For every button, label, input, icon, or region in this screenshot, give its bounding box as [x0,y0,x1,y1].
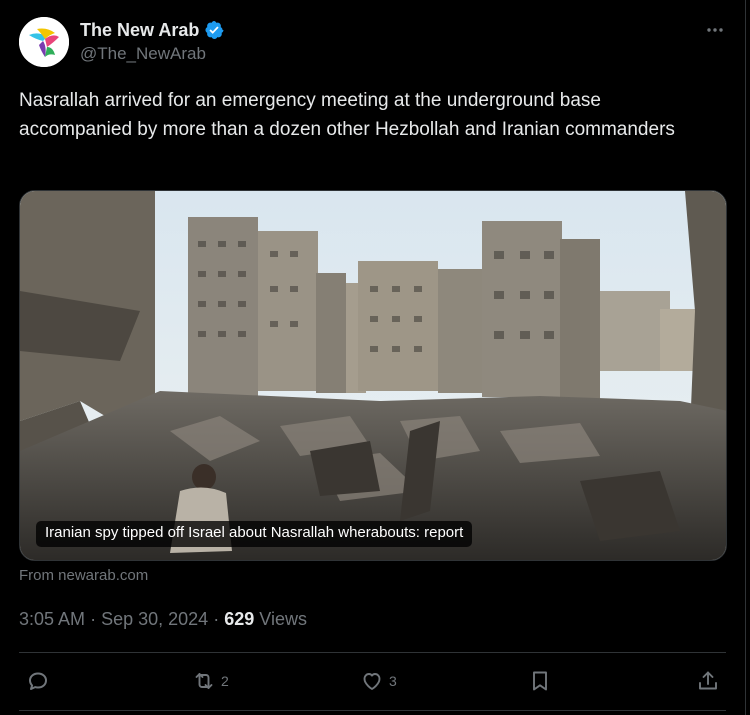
link-card[interactable]: Iranian spy tipped off Israel about Nasr… [19,190,727,561]
meta-separator: · [213,609,220,629]
post-date[interactable]: Sep 30, 2024 [101,609,208,629]
column-border [745,0,746,715]
post-container: The New Arab @The_NewArab Nasrallah arri… [0,0,750,715]
meta-separator: · [90,609,97,629]
reply-icon [29,672,47,690]
divider [19,652,726,653]
card-source[interactable]: From newarab.com [19,566,148,586]
repost-button[interactable]: 2 [192,668,229,694]
bird-logo-icon [19,17,69,67]
card-image [20,191,726,560]
post-text: Nasrallah arrived for an emergency meeti… [19,90,675,140]
heart-icon [363,673,381,690]
author-name[interactable]: The New Arab [80,19,199,41]
more-options-button[interactable] [703,20,727,40]
bookmark-button[interactable] [528,668,552,694]
reply-button[interactable] [26,668,55,694]
post-time[interactable]: 3:05 AM [19,609,85,629]
share-button[interactable] [696,668,720,694]
author-handle[interactable]: @The_NewArab [80,44,206,64]
divider [19,710,726,711]
card-headline[interactable]: Iranian spy tipped off Israel about Nasr… [36,521,473,547]
views-count: 629 [224,609,255,629]
share-icon [699,671,717,690]
avatar[interactable] [19,17,69,67]
repost-icon [195,673,213,689]
more-horizontal-icon [707,28,723,32]
like-count: 3 [389,673,397,689]
repost-count: 2 [221,673,229,689]
post-meta: 3:05 AM · Sep 30, 2024 · 629 Views [19,607,307,631]
verified-badge-icon[interactable] [204,20,224,40]
like-button[interactable]: 3 [360,668,397,694]
author-name-row[interactable]: The New Arab [80,19,224,41]
views-label: Views [259,609,307,629]
bookmark-icon [533,671,547,691]
